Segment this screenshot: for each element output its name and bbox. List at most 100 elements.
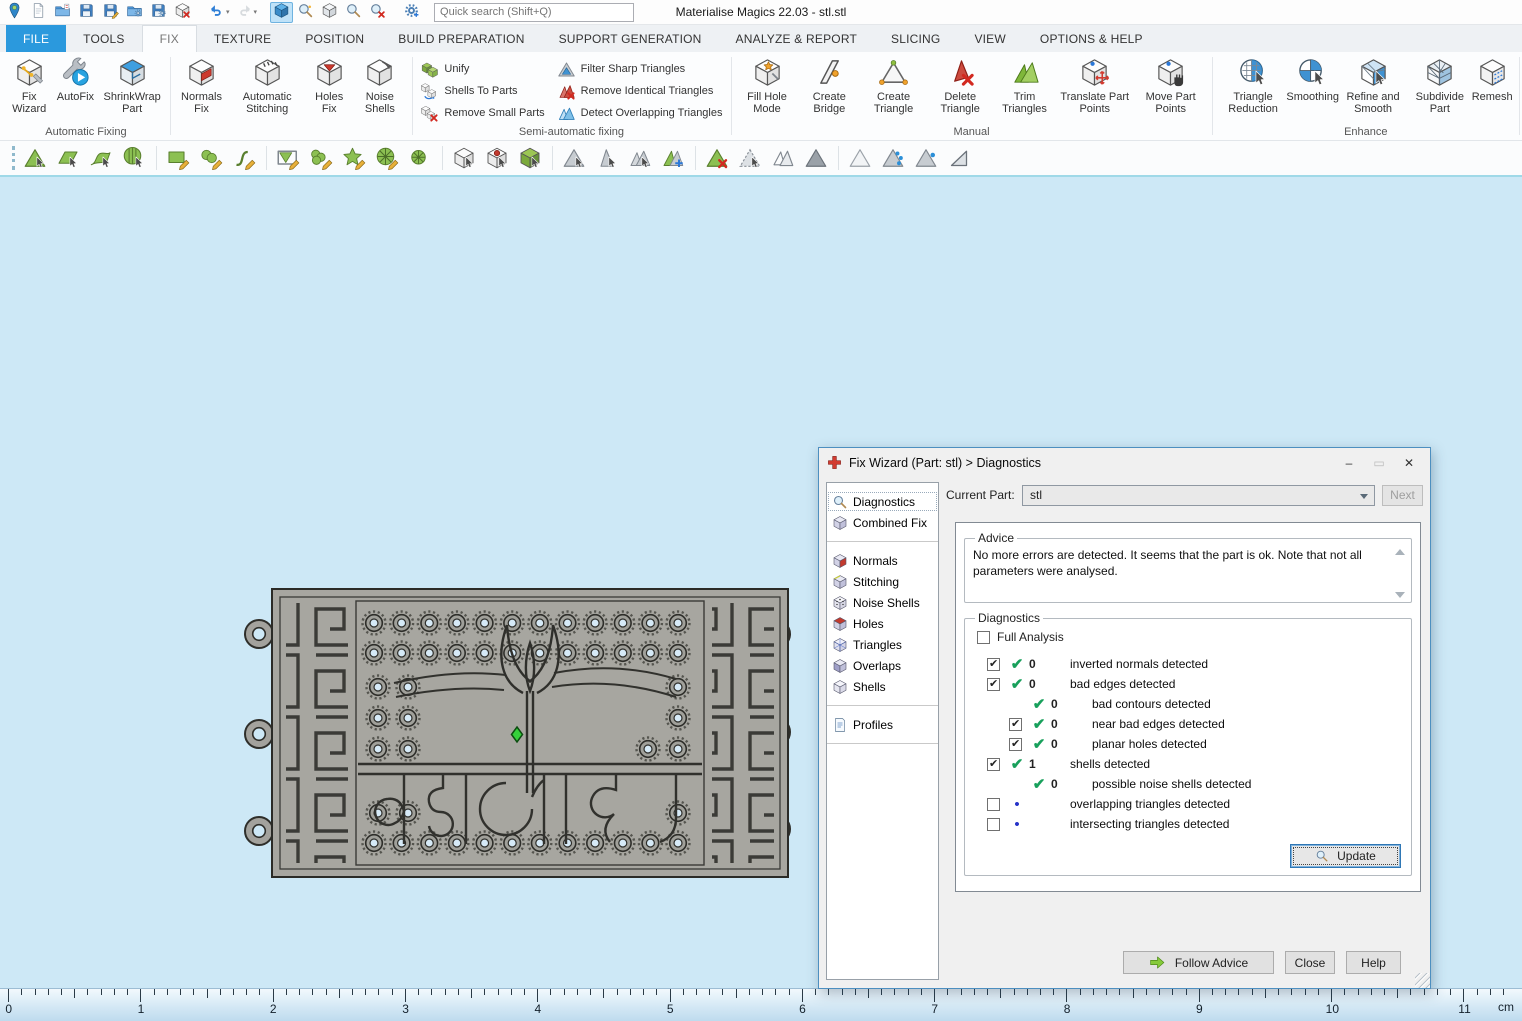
smooth-selection-button[interactable] [881,146,905,170]
new-project-button[interactable] [27,2,50,23]
save-project-button[interactable] [75,2,98,23]
select-triangles-button[interactable] [552,146,586,170]
ribbon-button[interactable]: Triangle Reduction [1216,54,1289,116]
export-part-button[interactable] [147,2,170,23]
advice-scrollbar[interactable] [1392,549,1407,598]
select-shell-button[interactable] [518,146,542,170]
ribbon-small-button[interactable]: Unify [416,58,548,80]
quick-search-input[interactable] [434,3,634,22]
nav-item[interactable]: Triangles [827,634,938,655]
grow-selection-button[interactable] [661,146,685,170]
minimize-button[interactable]: – [1334,452,1364,474]
diagnostic-checkbox[interactable] [1009,738,1022,751]
menu-tab[interactable]: VIEW [957,25,1022,52]
mark-plane-button[interactable] [56,146,80,170]
ribbon-button[interactable]: Delete Triangle [927,54,993,116]
nav-item[interactable]: Holes [827,613,938,634]
remove-part-button[interactable] [171,2,194,23]
brush-mark-button[interactable] [199,146,223,170]
select-plane-triangles-button[interactable] [595,146,619,170]
nav-item[interactable]: Noise Shells [827,592,938,613]
ribbon-button[interactable]: Normals Fix [175,54,228,116]
ribbon-small-button[interactable]: Shells To Parts [416,80,548,102]
select-connected-button[interactable] [628,146,652,170]
diagnostic-checkbox[interactable] [987,678,1000,691]
menu-tab[interactable]: BUILD PREPARATION [381,25,541,52]
ribbon-button[interactable]: Translate Part Points [1056,54,1134,116]
nav-item[interactable]: Stitching [827,571,938,592]
fill-selection-button[interactable] [804,146,828,170]
ribbon-button[interactable]: Trim Triangles [993,54,1055,116]
mark-surface-button[interactable] [89,146,113,170]
diagnostic-checkbox[interactable] [987,818,1000,831]
ribbon-button[interactable]: Fill Hole Mode [735,54,798,116]
ribbon-button[interactable]: Remesh [1469,54,1515,103]
ribbon-button[interactable]: Automatic Stitching [228,54,306,116]
ribbon-button[interactable]: Subdivide Part [1410,54,1469,116]
nav-item[interactable]: Overlaps [827,655,938,676]
save-project-as-button[interactable] [99,2,122,23]
fit-view-button[interactable] [318,2,341,23]
ribbon-button[interactable]: Move Part Points [1134,54,1208,116]
pan-view-button[interactable] [294,2,317,23]
ribbon-small-button[interactable]: Remove Small Parts [416,102,548,124]
full-analysis-checkbox[interactable] [977,631,990,644]
viewport-3d[interactable]: Z X Fix Wizard (Part: stl) > Diagnostics… [0,179,1522,988]
ribbon-button[interactable]: AutoFix [52,54,98,103]
diagnostic-checkbox[interactable] [987,658,1000,671]
next-button[interactable]: Next [1382,485,1423,506]
nav-item[interactable]: Diagnostics [827,491,938,512]
update-button[interactable]: Update [1290,844,1401,868]
close-icon[interactable]: ✕ [1394,452,1424,474]
zoom-in-button[interactable] [342,2,365,23]
dialog-title-bar[interactable]: Fix Wizard (Part: stl) > Diagnostics – ▭… [819,448,1430,477]
ribbon-button[interactable]: Create Bridge [799,54,860,116]
nav-item[interactable]: Profiles [827,714,938,735]
ribbon-small-button[interactable]: Remove Identical Triangles [553,80,727,102]
shrink-selection-button[interactable] [914,146,938,170]
ribbon-button[interactable]: Smoothing [1290,54,1336,103]
menu-tab[interactable]: TOOLS [66,25,141,52]
diagnostic-checkbox[interactable] [1009,718,1022,731]
menu-tab[interactable]: TEXTURE [197,25,288,52]
load-project-button[interactable] [51,2,74,23]
lasso-mark-button[interactable] [232,146,256,170]
ribbon-button[interactable]: Refine and Smooth [1336,54,1411,116]
clear-selection-button[interactable] [838,146,872,170]
ribbon-small-button[interactable]: Filter Sharp Triangles [553,58,727,80]
select-part-button[interactable] [442,146,476,170]
undo-button[interactable] [205,2,228,23]
mark-cylinder-button[interactable] [122,146,146,170]
ribbon-button[interactable]: ShrinkWrap Part [98,54,166,116]
menu-tab[interactable]: SUPPORT GENERATION [542,25,719,52]
menu-tab[interactable]: FIX [142,25,197,52]
maximize-button[interactable]: ▭ [1364,452,1394,474]
rectangle-mark-button[interactable] [156,146,190,170]
zoom-out-button[interactable] [366,2,389,23]
wheel-mark-button[interactable] [408,146,432,170]
ribbon-button[interactable]: Fix Wizard [6,54,52,116]
toolbar-drag-handle[interactable] [12,146,15,170]
copy-selection-button[interactable] [771,146,795,170]
select-collision-button[interactable] [485,146,509,170]
nav-item[interactable]: Normals [827,550,938,571]
star-mark-button[interactable] [342,146,366,170]
diagnostic-checkbox[interactable] [987,798,1000,811]
nav-item[interactable]: Shells [827,676,938,697]
menu-tab[interactable]: FILE [6,25,66,52]
redo-button[interactable] [233,2,256,23]
window-mark-button[interactable] [266,146,300,170]
resize-grip[interactable] [1415,973,1430,988]
zoom-selection-button[interactable] [270,2,293,23]
frame-selection-button[interactable] [947,146,971,170]
diagnostic-checkbox[interactable] [987,758,1000,771]
menu-tab[interactable]: ANALYZE & REPORT [719,25,874,52]
import-part-button[interactable] [123,2,146,23]
app-logo-button[interactable] [3,2,26,23]
follow-advice-button[interactable]: Follow Advice [1123,951,1274,974]
ribbon-small-button[interactable]: Detect Overlapping Triangles [553,102,727,124]
delete-marked-button[interactable] [695,146,729,170]
pendant-model[interactable] [244,587,792,879]
ribbon-button[interactable]: Create Triangle [860,54,927,116]
brush-shell-mark-button[interactable] [309,146,333,170]
